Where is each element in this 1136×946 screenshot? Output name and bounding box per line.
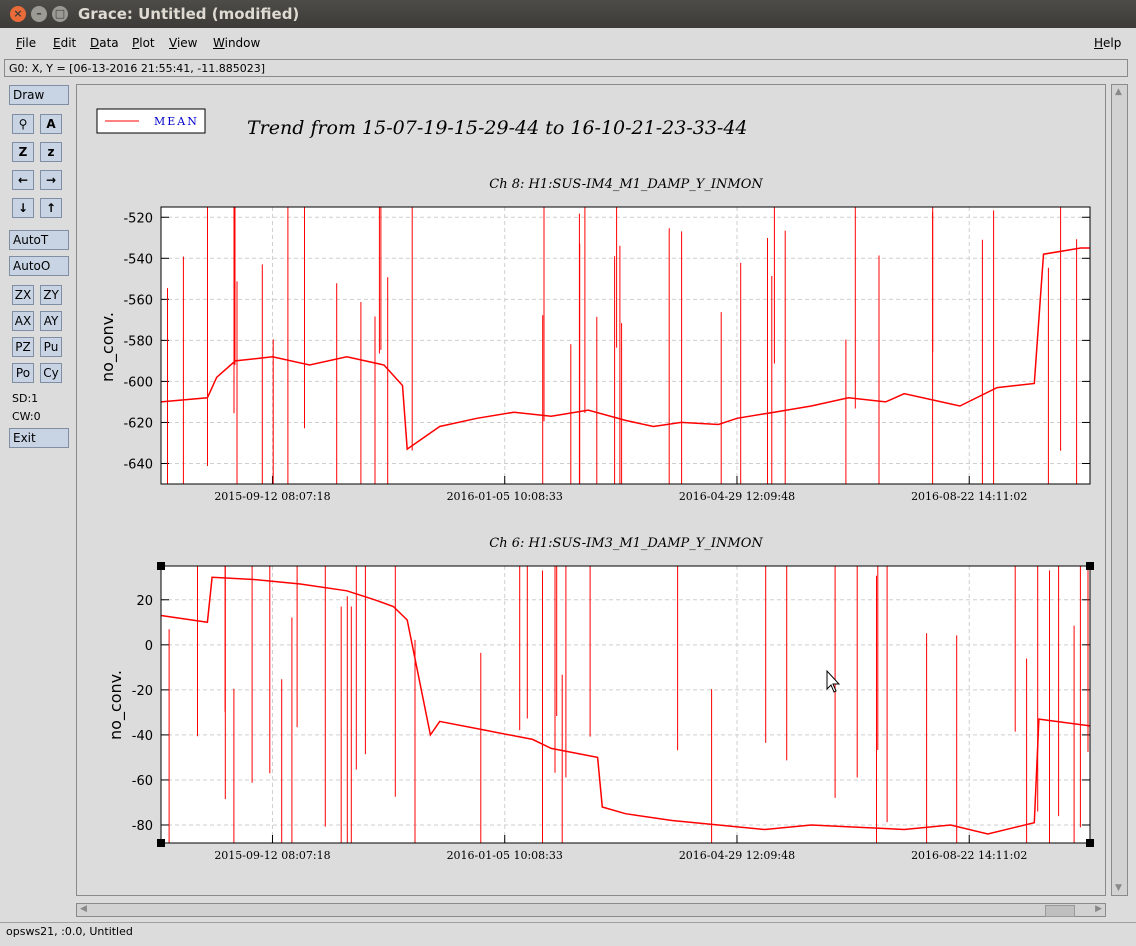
maximize-window-button[interactable]: □ [52, 6, 68, 22]
scroll-up-icon[interactable]: ↑ [40, 198, 62, 218]
menu-bar: File Edit Data Plot View Window Help [0, 30, 1136, 56]
graph-ch6-title: Ch 6: H1:SUS-IM3_M1_DAMP_Y_INMON [489, 536, 763, 551]
scroll-down-icon[interactable]: ↓ [12, 198, 34, 218]
graph-ch8-ytick-label: -580 [123, 334, 153, 349]
draw-button[interactable]: Draw [9, 85, 69, 105]
graph-ch6-xtick-label: 2016-01-05 10:08:33 [447, 849, 563, 862]
graph-ch6-ytick-label: -60 [132, 774, 153, 789]
scroll-down-arrow-icon[interactable]: ▼ [1115, 883, 1122, 893]
status-bar: opsws21, :0.0, Untitled [0, 922, 1136, 942]
plot-svg[interactable]: MEAN Trend from 15-07-19-15-29-44 to 16-… [77, 85, 1105, 895]
graph-ch8-title: Ch 8: H1:SUS-IM4_M1_DAMP_Y_INMON [489, 177, 763, 192]
graph-ch6-ytick-label: 0 [145, 639, 153, 654]
pz-button[interactable]: PZ [12, 337, 34, 357]
graph-ch6-ytick-label: 20 [136, 594, 153, 609]
graph-ch6-ytick-label: -40 [132, 729, 153, 744]
menu-data[interactable]: Data [90, 36, 119, 50]
graph-ch8-background [161, 207, 1090, 484]
locator-readout: G0: X, Y = [06-13-2016 21:55:41, -11.885… [4, 59, 1128, 77]
graph-ch8-ytick-label: -600 [123, 375, 153, 390]
graph-ch8-ytick-label: -540 [123, 252, 153, 267]
pu-button[interactable]: Pu [40, 337, 62, 357]
autot-button[interactable]: AutoT [9, 230, 69, 250]
graph-ch6-xtick-label: 2015-09-12 08:07:18 [214, 849, 330, 862]
ax-button[interactable]: AX [12, 311, 34, 331]
scroll-left-icon[interactable]: ← [12, 170, 34, 190]
menu-view[interactable]: View [169, 36, 197, 50]
graph-ch8-ytick-label: -520 [123, 211, 153, 226]
current-world-label: CW:0 [12, 410, 41, 423]
menu-edit[interactable]: Edit [53, 36, 76, 50]
zx-button[interactable]: ZX [12, 285, 34, 305]
graph-ch8-ytick-label: -560 [123, 293, 153, 308]
legend[interactable]: MEAN [96, 108, 206, 134]
title-bar: × – □ Grace: Untitled (modified) [0, 0, 1136, 28]
scroll-up-arrow-icon[interactable]: ▲ [1115, 87, 1122, 97]
selection-handle[interactable] [1086, 562, 1094, 570]
graph-ch6-background [161, 566, 1090, 843]
selection-handle[interactable] [157, 839, 165, 847]
scroll-right-arrow-icon[interactable]: ▶ [1095, 904, 1102, 914]
scroll-left-arrow-icon[interactable]: ◀ [80, 904, 87, 914]
graph-ch6[interactable]: Ch 6: H1:SUS-IM3_M1_DAMP_Y_INMON no_conv… [106, 536, 1094, 862]
graph-ch8-xtick-label: 2015-09-12 08:07:18 [214, 490, 330, 503]
graph-ch8-xtick-label: 2016-08-22 14:11:02 [911, 490, 1027, 503]
menu-file[interactable]: File [16, 36, 36, 50]
graph-ch8-ytick-label: -640 [123, 457, 153, 472]
graph-ch6-ytick-label: -80 [132, 819, 153, 834]
zoom-out-button[interactable]: z [40, 142, 62, 162]
graph-ch8-ylabel: no_conv. [98, 312, 118, 382]
autoscale-text-icon[interactable]: A [40, 114, 62, 134]
close-window-button[interactable]: × [10, 6, 26, 22]
autoo-button[interactable]: AutoO [9, 256, 69, 276]
menu-plot[interactable]: Plot [132, 36, 155, 50]
graph-ch8[interactable]: Ch 8: H1:SUS-IM4_M1_DAMP_Y_INMON no_conv… [98, 177, 1091, 503]
minimize-window-button[interactable]: – [31, 6, 47, 22]
menu-help[interactable]: Help [1094, 36, 1121, 50]
po-button[interactable]: Po [12, 363, 34, 383]
graph-ch8-xtick-label: 2016-04-29 12:09:48 [679, 490, 795, 503]
plot-canvas[interactable]: MEAN Trend from 15-07-19-15-29-44 to 16-… [76, 84, 1106, 896]
graph-ch6-xtick-label: 2016-08-22 14:11:02 [911, 849, 1027, 862]
cy-button[interactable]: Cy [40, 363, 62, 383]
horizontal-scroll-thumb[interactable] [1045, 905, 1075, 917]
zy-button[interactable]: ZY [40, 285, 62, 305]
horizontal-scrollbar[interactable]: ◀ ▶ [76, 903, 1106, 917]
exit-button[interactable]: Exit [9, 428, 69, 448]
graph-ch6-ytick-label: -20 [132, 684, 153, 699]
graph-ch6-ylabel: no_conv. [106, 670, 126, 740]
tool-panel: Draw ⚲ A Z z ← → ↓ ↑ AutoT AutoO ZX ZY A… [6, 82, 74, 902]
menu-window[interactable]: Window [213, 36, 260, 50]
page-title: Trend from 15-07-19-15-29-44 to 16-10-21… [247, 117, 748, 139]
stack-depth-label: SD:1 [12, 392, 39, 405]
graph-ch6-xtick-label: 2016-04-29 12:09:48 [679, 849, 795, 862]
graph-ch8-xtick-label: 2016-01-05 10:08:33 [447, 490, 563, 503]
selection-handle[interactable] [157, 562, 165, 570]
vertical-scrollbar[interactable]: ▲ ▼ [1111, 84, 1128, 896]
zoom-in-button[interactable]: Z [12, 142, 34, 162]
scroll-right-icon[interactable]: → [40, 170, 62, 190]
legend-label: MEAN [154, 115, 199, 128]
graph-ch8-ytick-label: -620 [123, 416, 153, 431]
window-title: Grace: Untitled (modified) [78, 5, 300, 23]
selection-handle[interactable] [1086, 839, 1094, 847]
ay-button[interactable]: AY [40, 311, 62, 331]
zoom-icon[interactable]: ⚲ [12, 114, 34, 134]
